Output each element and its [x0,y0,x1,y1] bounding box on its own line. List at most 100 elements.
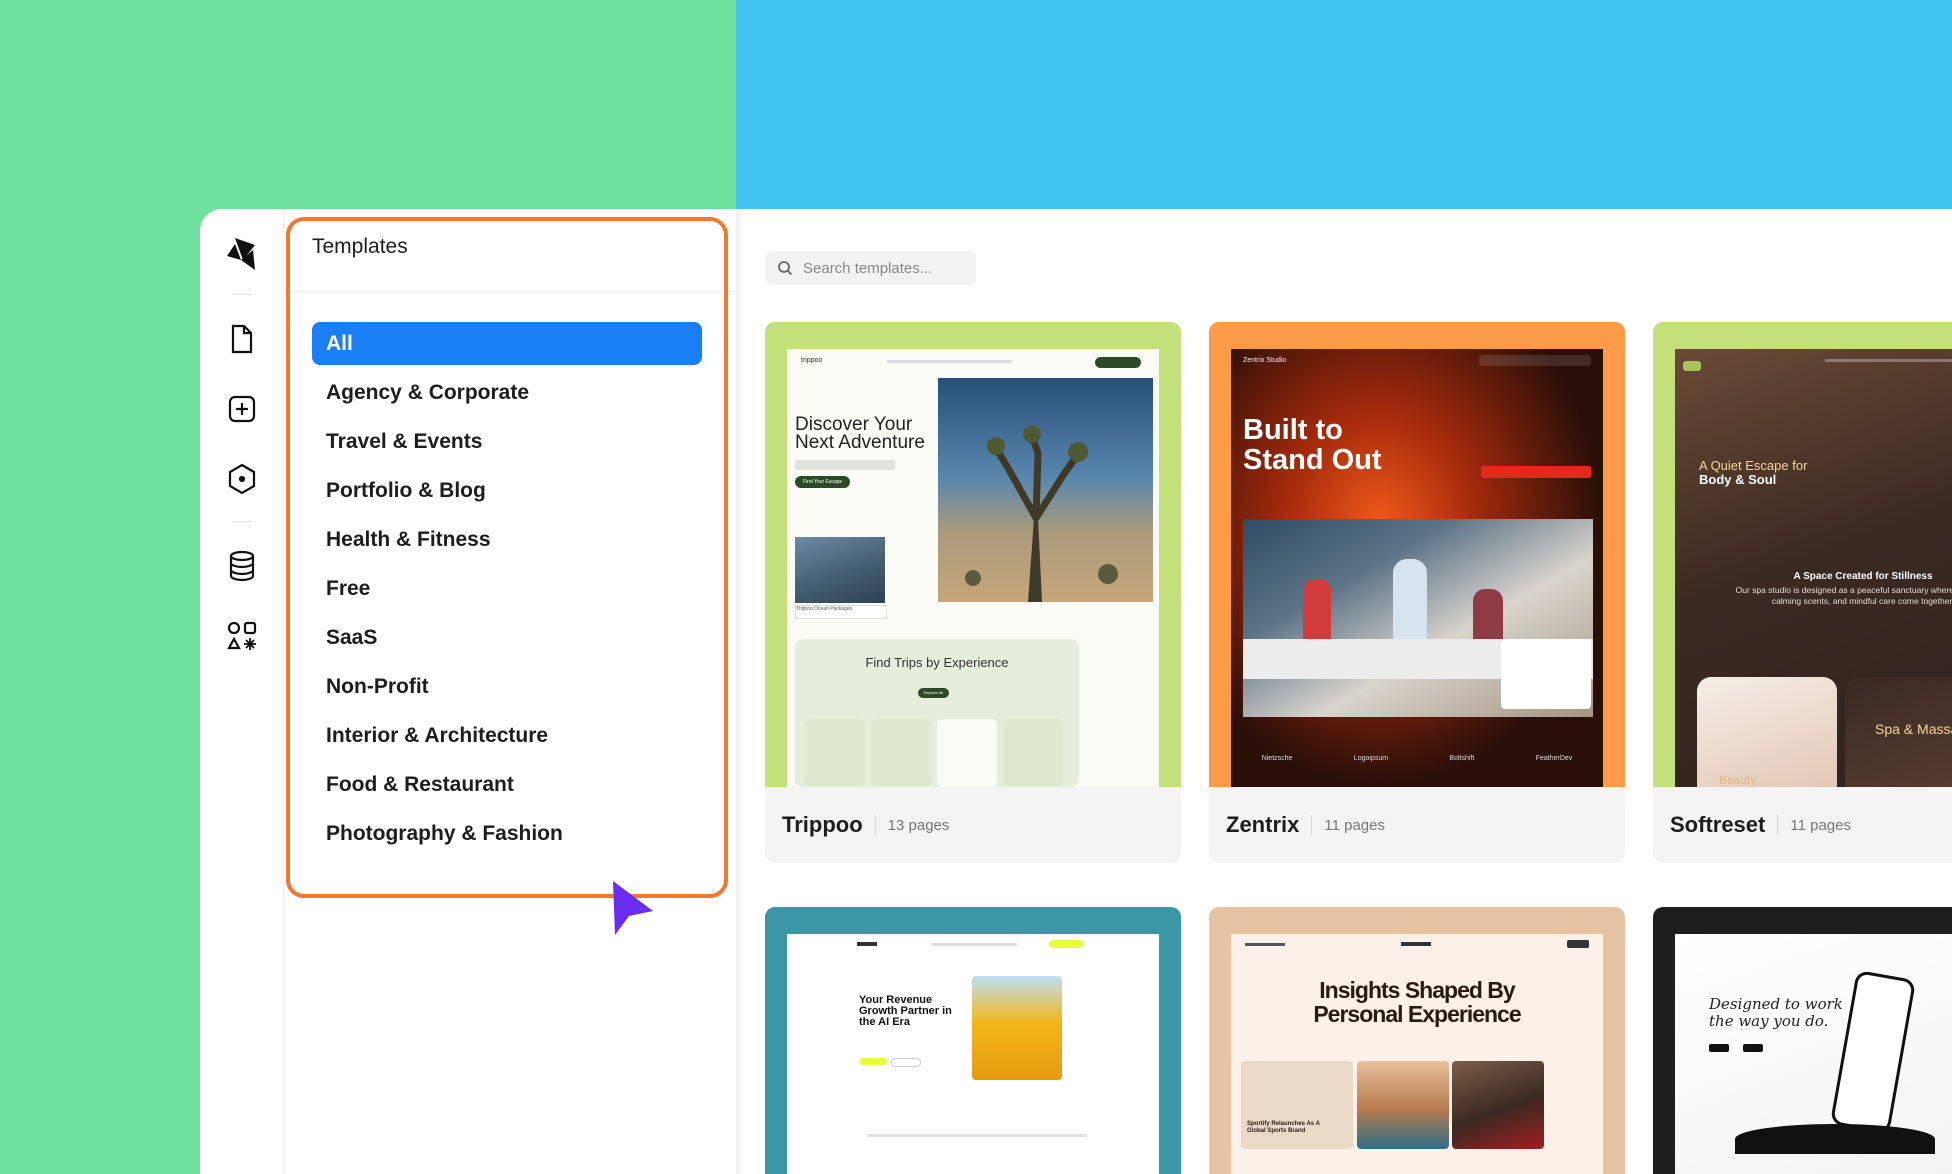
preview-nav [1479,355,1591,366]
preview-section-cta: Explore All [918,688,949,698]
preview-logo: trippoo [801,357,823,364]
template-page-count: 13 pages [887,816,950,834]
logo-icon[interactable] [216,230,268,278]
footer-separator [1777,815,1779,835]
database-icon[interactable] [216,542,268,590]
page-icon[interactable] [216,315,268,363]
softreset-preview: A Quiet Escape for Body & Soul A Space C… [1675,349,1952,787]
preview-heading: Your Revenue Growth Partner in the AI Er… [859,994,952,1028]
app-window: Templates All Agency & Corporate Travel … [200,209,1952,1174]
card-footer: Trippoo 13 pages [782,812,949,838]
template-card-saas[interactable]: Your Revenue Growth Partner in the AI Er… [765,907,1181,1174]
template-name: Softreset [1670,812,1766,837]
category-agency-corporate[interactable]: Agency & Corporate [312,371,702,414]
preview-logo [1401,942,1431,946]
category-saas[interactable]: SaaS [312,616,702,659]
template-page-count: 11 pages [1324,816,1385,834]
category-all[interactable]: All [312,322,702,365]
category-interior-architecture[interactable]: Interior & Architecture [312,714,702,757]
category-non-profit[interactable]: Non-Profit [312,665,702,708]
app-preview: Designed to work the way you do. [1675,934,1952,1174]
preview-nav-button [1049,940,1083,948]
panel-title: Templates [312,235,408,258]
template-card-journal[interactable]: Insights Shaped By Personal Experience S… [1209,907,1625,1174]
category-photography-fashion[interactable]: Photography & Fashion [312,812,702,855]
preview-title: Insights Shaped By Personal Experience [1313,977,1521,1027]
preview-about-section: A Space Created for Stillness Our spa st… [1735,571,1952,606]
template-page-count: 11 pages [1790,816,1851,834]
icon-rail [200,209,284,1174]
category-free[interactable]: Free [312,567,702,610]
search-icon [778,261,793,276]
preview-nav [1245,943,1285,946]
preview-heading: Discover Your Next Adventure [795,414,925,453]
preview-app-store-button [1709,1044,1729,1052]
panel-divider [284,291,736,292]
zentrix-preview: Zentrix Studio Built to Stand Out Nietzs… [1231,349,1603,787]
preview-rock [1735,1124,1935,1154]
preview-nav [887,360,1012,363]
preview-text [795,460,895,470]
preview-heading: Designed to work the way you do. [1709,995,1843,1030]
hexagon-icon[interactable] [216,455,268,503]
preview-team-photo [1243,519,1593,717]
add-icon[interactable] [216,385,268,433]
preview-cta: Find Your Escape [795,476,851,488]
preview-facial-photo [1697,677,1837,787]
template-name: Zentrix [1226,812,1300,837]
card-footer: Softreset 11 pages [1670,812,1851,838]
preview-secondary-cta [891,1058,921,1067]
preview-caption: Trippoo Ocean Packages [795,605,887,619]
category-travel-events[interactable]: Travel & Events [312,420,702,463]
preview-play-store-button [1743,1044,1763,1052]
preview-photo-2 [1452,1061,1544,1149]
preview-category-tile [871,719,931,787]
footer-separator [874,815,876,835]
preview-cta [859,1058,887,1065]
preview-subscribe-button [1567,940,1589,948]
category-list: All Agency & Corporate Travel & Events P… [312,322,702,861]
template-card-softreset[interactable]: A Quiet Escape for Body & Soul A Space C… [1653,322,1952,863]
preview-hero-photo [972,976,1062,1080]
template-thumbnail: A Quiet Escape for Body & Soul A Space C… [1653,322,1952,787]
preview-nav-button [1095,357,1141,368]
panel-shadow [736,209,744,1174]
template-name: Trippoo [782,812,863,837]
preview-label: Spa & Massage [1875,721,1952,737]
preview-logo: Zentrix Studio [1243,357,1287,364]
preview-brand-row: Nietzsche Logoipsum Boltshift FeatherDev [1261,755,1573,762]
preview-label-2: Beauty [1719,773,1757,787]
category-portfolio-blog[interactable]: Portfolio & Blog [312,469,702,512]
preview-category-tile [1003,719,1063,787]
template-card-app[interactable]: Designed to work the way you do. [1653,907,1952,1174]
journal-preview: Insights Shaped By Personal Experience S… [1231,934,1603,1174]
template-thumbnail: trippoo Discover Your Next Adventure Fin… [765,322,1181,787]
preview-photo-1 [1357,1061,1449,1149]
search-bar[interactable] [765,251,976,285]
preview-cta [1481,466,1591,478]
card-footer: Zentrix 11 pages [1226,812,1385,838]
preview-nav [1825,359,1952,362]
rail-divider-2 [232,521,252,522]
template-thumbnail: Zentrix Studio Built to Stand Out Nietzs… [1209,322,1625,787]
preview-article-card: Sportify Relaunches As A Global Sports B… [1241,1061,1353,1149]
category-health-fitness[interactable]: Health & Fitness [312,518,702,561]
category-food-restaurant[interactable]: Food & Restaurant [312,763,702,806]
trippoo-preview: trippoo Discover Your Next Adventure Fin… [787,349,1159,787]
cursor-pointer-icon [613,881,653,935]
preview-category-tile [937,719,997,787]
rail-divider [232,294,252,295]
search-input[interactable] [801,258,965,278]
template-card-zentrix[interactable]: Zentrix Studio Built to Stand Out Nietzs… [1209,322,1625,863]
template-card-trippoo[interactable]: trippoo Discover Your Next Adventure Fin… [765,322,1181,863]
preview-section-title: Find Trips by Experience [865,655,1009,670]
saas-preview: Your Revenue Growth Partner in the AI Er… [787,934,1159,1174]
preview-desert-photo [938,378,1153,602]
preview-heading: Built to Stand Out [1243,414,1382,476]
preview-ocean-photo [795,537,885,603]
shapes-icon[interactable] [216,612,268,660]
footer-separator [1311,815,1313,835]
preview-category-tile [805,719,865,787]
preview-nav [932,943,1017,946]
preview-logo [857,942,877,946]
